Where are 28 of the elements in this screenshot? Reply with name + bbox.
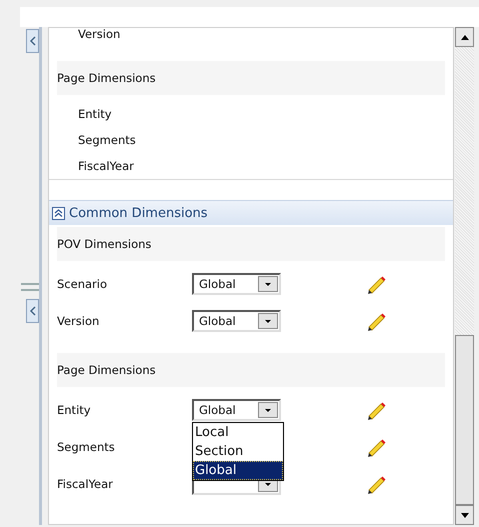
scope-dropdown[interactable]: Global — [192, 310, 281, 332]
section-header: Page Dimensions — [57, 61, 445, 95]
scope-dropdown[interactable]: Global — [192, 398, 281, 420]
collapse-button[interactable] — [26, 29, 39, 53]
list-item: FiscalYear — [77, 158, 135, 175]
collapse-icon[interactable] — [52, 206, 65, 220]
dropdown-option[interactable]: Local — [193, 422, 283, 442]
group-header: POV Dimensions — [57, 227, 445, 261]
group-header: Page Dimensions — [57, 353, 445, 387]
scrollbar[interactable] — [455, 27, 474, 525]
scroll-thumb[interactable] — [455, 335, 474, 505]
list-item: Entity — [77, 106, 113, 123]
list-item: Segments — [77, 132, 137, 149]
list-item: Version — [77, 28, 122, 43]
grip-handle[interactable] — [21, 283, 39, 291]
scroll-down-button[interactable] — [455, 505, 474, 525]
field-label: FiscalYear — [57, 476, 114, 490]
field-label: Entity — [57, 402, 92, 416]
collapse-button[interactable] — [26, 299, 39, 323]
scroll-up-button[interactable] — [455, 27, 474, 47]
section-title: Common Dimensions — [69, 206, 208, 220]
field-label: Segments — [57, 440, 116, 454]
scope-dropdown[interactable]: Global — [192, 272, 281, 294]
dropdown-option[interactable]: Global — [193, 460, 283, 480]
field-label: Scenario — [57, 276, 108, 290]
field-label: Version — [57, 314, 100, 328]
section-header-bar[interactable]: Common Dimensions — [49, 200, 453, 225]
dropdown-option[interactable]: Section — [193, 442, 283, 460]
